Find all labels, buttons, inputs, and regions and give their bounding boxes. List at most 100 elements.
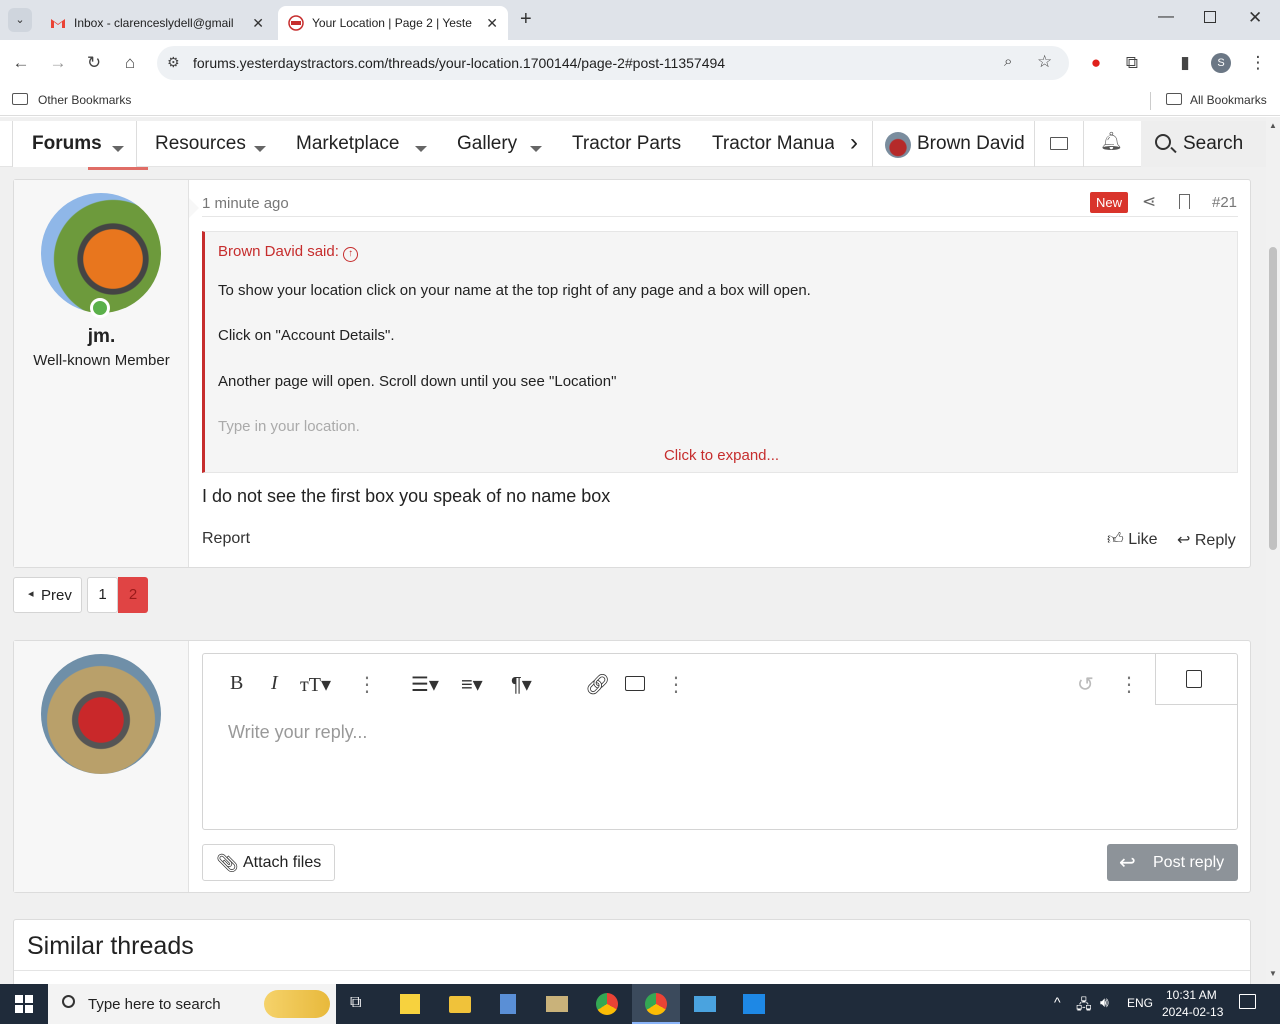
search-button[interactable]: Search bbox=[1141, 121, 1266, 167]
address-bar[interactable]: ⚙ forums.yesterdaystractors.com/threads/… bbox=[157, 46, 1069, 80]
undo-icon[interactable]: ↺ bbox=[1077, 672, 1094, 697]
more-icon[interactable]: ⋮ bbox=[357, 672, 377, 697]
reply-input[interactable]: Write your reply... bbox=[228, 722, 367, 743]
extension-red-icon[interactable]: ● bbox=[1085, 52, 1107, 74]
search-icon-handle bbox=[1170, 146, 1177, 154]
alerts-button[interactable]: 🔔︎ bbox=[1083, 121, 1131, 167]
quote-title[interactable]: Brown David said: ↑ bbox=[218, 243, 359, 262]
zoom-icon[interactable]: ⌕ bbox=[1004, 53, 1012, 70]
tab-your-location[interactable]: Your Location | Page 2 | Yesterd ✕ bbox=[278, 6, 508, 40]
minimize-icon[interactable]: — bbox=[1158, 8, 1174, 26]
url-text: forums.yesterdaystractors.com/threads/yo… bbox=[193, 55, 726, 71]
tab-title: Your Location | Page 2 | Yesterd bbox=[312, 16, 472, 30]
windows-start-icon[interactable] bbox=[15, 995, 33, 1013]
nav-marketplace[interactable]: Marketplace bbox=[296, 133, 400, 155]
laptop-app-icon[interactable] bbox=[694, 996, 716, 1012]
scroll-down-icon[interactable]: ▼ bbox=[1269, 969, 1277, 978]
share-icon[interactable]: ⋖ bbox=[1142, 192, 1156, 212]
link-icon[interactable]: 🔗︎ bbox=[585, 672, 610, 697]
home-icon[interactable]: ⌂ bbox=[119, 52, 141, 74]
preview-button[interactable] bbox=[1155, 654, 1238, 705]
nav-resources[interactable]: Resources bbox=[155, 133, 246, 155]
nav-forums[interactable]: Forums bbox=[32, 133, 102, 155]
chrome-icon[interactable] bbox=[596, 993, 618, 1015]
avatar[interactable] bbox=[41, 654, 161, 774]
tray-chevron-icon[interactable]: ^ bbox=[1054, 994, 1061, 1010]
close-icon[interactable]: ✕ bbox=[252, 15, 264, 32]
avatar[interactable]: S bbox=[1211, 53, 1231, 73]
tab-search-icon[interactable]: ⌄ bbox=[8, 8, 32, 32]
clock-date[interactable]: 2024-02-13 bbox=[1162, 1005, 1223, 1019]
italic-icon[interactable]: I bbox=[271, 672, 278, 695]
post-time[interactable]: 1 minute ago bbox=[202, 195, 289, 212]
attach-files-button[interactable]: 📎︎ Attach files bbox=[202, 844, 335, 881]
like-button[interactable]: 👍︎ Like bbox=[1107, 530, 1158, 549]
network-icon[interactable]: 🖧︎ bbox=[1076, 994, 1092, 1018]
bookmark-icon[interactable] bbox=[1179, 194, 1190, 209]
forward-icon[interactable]: → bbox=[47, 52, 69, 74]
volume-icon[interactable]: 🔊︎ bbox=[1100, 994, 1109, 1011]
pagination-prev[interactable]: ◂ Prev bbox=[13, 577, 82, 613]
list-icon[interactable]: ☰▾ bbox=[411, 672, 439, 697]
preview-icon bbox=[1186, 670, 1202, 688]
tab-gmail[interactable]: Inbox - clarenceslydell@gmail.c ✕ bbox=[40, 6, 274, 40]
post-reply-button[interactable]: ↩ Post reply bbox=[1107, 844, 1238, 881]
report-link[interactable]: Report bbox=[202, 530, 250, 548]
calculator-icon[interactable] bbox=[500, 994, 516, 1014]
nav-tractor-parts[interactable]: Tractor Parts bbox=[572, 133, 681, 155]
scroll-up-icon[interactable]: ▲ bbox=[1269, 121, 1277, 130]
scrollbar-thumb[interactable] bbox=[1269, 247, 1277, 550]
more-icon[interactable]: ⋮ bbox=[1119, 672, 1139, 697]
page-1[interactable]: 1 bbox=[87, 577, 118, 613]
more-icon[interactable]: ⋮ bbox=[666, 672, 686, 697]
image-icon[interactable] bbox=[625, 676, 645, 691]
new-tab-icon[interactable]: + bbox=[520, 8, 532, 31]
puzzle-icon[interactable]: ⧉ bbox=[1121, 52, 1143, 74]
taskbar-search[interactable]: Type here to search bbox=[48, 984, 336, 1024]
file-explorer-icon[interactable] bbox=[449, 996, 471, 1013]
post-number[interactable]: #21 bbox=[1212, 194, 1237, 211]
bold-icon[interactable]: B bbox=[230, 672, 243, 695]
chevron-down-icon[interactable] bbox=[112, 146, 124, 152]
page-scrollbar[interactable]: ▲ ▼ bbox=[1266, 117, 1280, 984]
paragraph-icon[interactable]: ¶▾ bbox=[511, 672, 532, 697]
restore-icon[interactable] bbox=[1204, 11, 1216, 23]
chevron-down-icon[interactable] bbox=[254, 146, 266, 152]
close-window-icon[interactable]: ✕ bbox=[1248, 8, 1262, 28]
inbox-button[interactable] bbox=[1034, 121, 1082, 167]
tab-strip: ⌄ Inbox - clarenceslydell@gmail.c ✕ Your… bbox=[0, 0, 1280, 40]
align-icon[interactable]: ≡▾ bbox=[461, 672, 483, 697]
chevron-right-icon[interactable]: › bbox=[850, 129, 858, 157]
clock-time[interactable]: 10:31 AM bbox=[1166, 988, 1217, 1002]
sticky-notes-icon[interactable] bbox=[400, 994, 420, 1014]
calendar-icon[interactable] bbox=[743, 994, 765, 1014]
click-to-expand[interactable]: Click to expand... bbox=[205, 447, 1238, 464]
post-author[interactable]: jm. bbox=[14, 326, 189, 348]
reply-userbar bbox=[14, 641, 189, 892]
user-menu[interactable]: Brown David bbox=[872, 121, 1032, 167]
bookmark-all[interactable]: All Bookmarks bbox=[1190, 93, 1267, 107]
back-icon[interactable]: ← bbox=[10, 52, 32, 74]
reply-button[interactable]: ↩ Reply bbox=[1177, 530, 1236, 550]
bookmark-other[interactable]: Other Bookmarks bbox=[38, 93, 131, 107]
app-icon[interactable] bbox=[546, 996, 568, 1012]
task-view-icon[interactable]: ⧉ bbox=[350, 994, 361, 1012]
language-indicator[interactable]: ENG bbox=[1127, 996, 1153, 1010]
site-info-icon[interactable]: ⚙ bbox=[167, 54, 180, 71]
nav-gallery[interactable]: Gallery bbox=[457, 133, 517, 155]
arrow-up-circle-icon[interactable]: ↑ bbox=[343, 247, 359, 262]
menu-icon[interactable]: ⋮ bbox=[1247, 52, 1269, 74]
sidepanel-icon[interactable]: ▮ bbox=[1174, 52, 1196, 74]
star-icon[interactable]: ☆ bbox=[1037, 52, 1052, 72]
page-2-current[interactable]: 2 bbox=[118, 577, 148, 613]
quote-line: Another page will open. Scroll down unti… bbox=[218, 373, 617, 390]
text-size-icon[interactable]: тT▾ bbox=[300, 672, 331, 697]
chrome-active-button[interactable] bbox=[632, 984, 680, 1024]
notification-icon[interactable] bbox=[1239, 994, 1256, 1009]
close-icon[interactable]: ✕ bbox=[486, 15, 498, 32]
avatar[interactable] bbox=[41, 193, 161, 313]
nav-tractor-manual[interactable]: Tractor Manual bbox=[712, 133, 834, 155]
reload-icon[interactable]: ↻ bbox=[83, 52, 105, 74]
chevron-down-icon[interactable] bbox=[415, 146, 427, 152]
chevron-down-icon[interactable] bbox=[530, 146, 542, 152]
